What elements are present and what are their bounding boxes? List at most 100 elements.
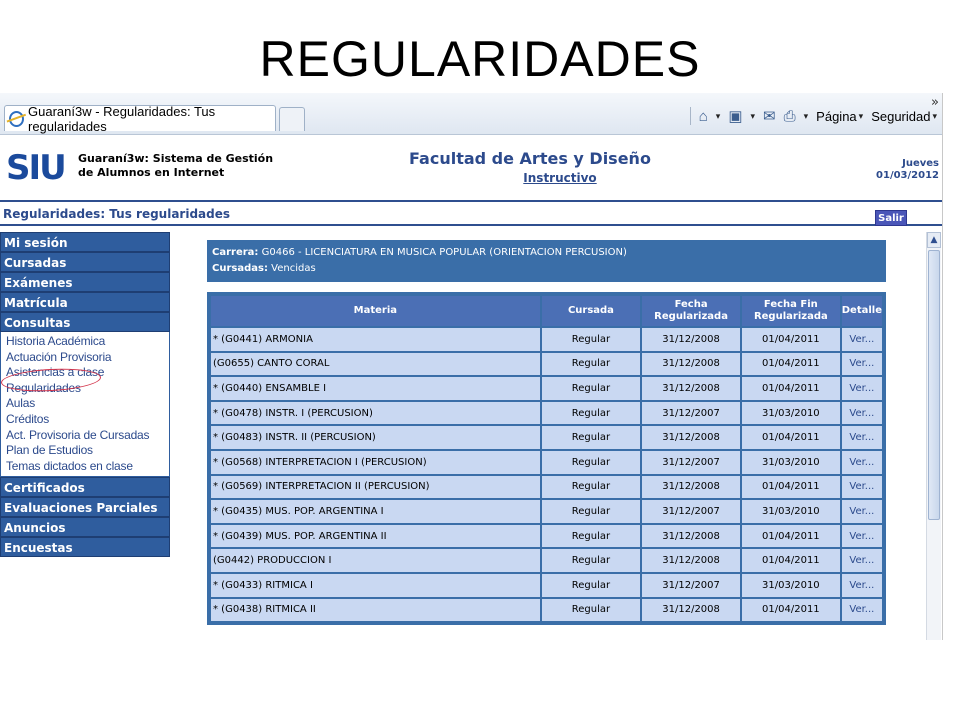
site-header: SIU Guaraní3w: Sistema de Gestión de Alu…	[0, 136, 942, 202]
cell-materia: * (G0435) MUS. POP. ARGENTINA I	[211, 500, 540, 523]
submenu-item-temas-dictados[interactable]: Temas dictados en clase	[6, 459, 169, 475]
browser-tab[interactable]: Guaraní3w - Regularidades: Tus regularid…	[4, 104, 276, 134]
cell-fecha-regularizada: 31/12/2007	[642, 573, 740, 597]
column-header-fecha: Fecha Regularizada	[642, 296, 740, 326]
sidebar-item-matricula[interactable]: Matrícula	[0, 292, 170, 312]
cursadas-line: Cursadas: Vencidas	[212, 261, 886, 277]
detalle-link[interactable]: Ver...	[841, 598, 882, 622]
toolbar-overflow-button[interactable]: »	[931, 95, 939, 110]
page-subheader: Regularidades: Tus regularidades Salir	[0, 204, 942, 226]
home-icon[interactable]: ⌂	[699, 108, 708, 125]
vertical-scrollbar[interactable]: ▲	[926, 232, 941, 640]
scroll-up-icon[interactable]: ▲	[927, 232, 941, 248]
detalle-link[interactable]: Ver...	[841, 450, 882, 474]
scrollbar-thumb[interactable]	[928, 250, 940, 520]
cell-fecha-fin: 31/03/2010	[741, 401, 840, 425]
sidebar-item-evaluaciones-parciales[interactable]: Evaluaciones Parciales	[0, 497, 170, 518]
detalle-link[interactable]: Ver...	[841, 500, 882, 523]
cell-fecha-fin: 31/03/2010	[741, 500, 840, 523]
cell-fecha-regularizada: 31/12/2008	[642, 475, 740, 499]
print-dropdown-icon[interactable]: ▾	[804, 111, 809, 122]
regularidades-table: Materia Cursada Fecha Regularizada Fecha …	[207, 292, 886, 626]
web-page: SIU Guaraní3w: Sistema de Gestión de Alu…	[0, 136, 942, 640]
cell-fecha-fin: 01/04/2011	[741, 549, 840, 572]
cell-fecha-regularizada: 31/12/2008	[642, 549, 740, 572]
cell-fecha-fin: 01/04/2011	[741, 352, 840, 376]
table-body: * (G0441) ARMONIA Regular 31/12/2008 01/04/…	[211, 328, 882, 622]
cell-materia: * (G0568) INTERPRETACION I (PERCUSION)	[211, 450, 540, 474]
detalle-link[interactable]: Ver...	[841, 328, 882, 351]
cell-fecha-regularizada: 31/12/2008	[642, 426, 740, 449]
detalle-link[interactable]: Ver...	[841, 352, 882, 376]
table-row: * (G0569) INTERPRETACION II (PERCUSION) R…	[211, 475, 882, 499]
cell-materia: * (G0483) INSTR. II (PERCUSION)	[211, 426, 540, 449]
submenu-item-creditos[interactable]: Créditos	[6, 412, 169, 428]
table-row: * (G0478) INSTR. I (PERCUSION) Regular 31/…	[211, 401, 882, 425]
home-dropdown-icon[interactable]: ▾	[716, 111, 721, 122]
cell-materia: * (G0569) INTERPRETACION II (PERCUSION)	[211, 475, 540, 499]
column-header-fecha-line1: Fecha	[674, 299, 708, 310]
cell-materia: (G0655) CANTO CORAL	[211, 352, 540, 376]
header-date: Jueves 01/03/2012	[876, 158, 939, 182]
sidebar-item-consultas[interactable]: Consultas	[0, 312, 170, 332]
carrera-line: Carrera: G0466 - LICENCIATURA EN MUSICA …	[212, 245, 886, 261]
new-tab-button[interactable]	[279, 107, 305, 131]
slide-title: REGULARIDADES	[259, 31, 701, 87]
detalle-link[interactable]: Ver...	[841, 475, 882, 499]
detalle-link[interactable]: Ver...	[841, 524, 882, 548]
cell-fecha-regularizada: 31/12/2007	[642, 450, 740, 474]
table-row: * (G0439) MUS. POP. ARGENTINA II Regular 3…	[211, 524, 882, 548]
exit-button[interactable]: Salir	[875, 210, 907, 226]
sidebar-item-examenes[interactable]: Exámenes	[0, 272, 170, 292]
cell-materia: * (G0440) ENSAMBLE I	[211, 377, 540, 400]
sidebar-menu: Mi sesión Cursadas Exámenes Matrícula Co…	[0, 232, 170, 558]
cell-fecha-regularizada: 31/12/2007	[642, 401, 740, 425]
carrera-value: G0466 - LICENCIATURA EN MUSICA POPULAR (…	[261, 247, 627, 258]
cursadas-value: Vencidas	[271, 263, 316, 274]
table-row: * (G0568) INTERPRETACION I (PERCUSION) Re…	[211, 450, 882, 474]
detalle-link[interactable]: Ver...	[841, 401, 882, 425]
column-header-detalle: Detalle	[841, 296, 882, 326]
submenu-item-plan-estudios[interactable]: Plan de Estudios	[6, 443, 169, 459]
feeds-dropdown-icon[interactable]: ▾	[751, 111, 756, 122]
submenu-item-aulas[interactable]: Aulas	[6, 396, 169, 412]
cell-materia: * (G0441) ARMONIA	[211, 328, 540, 351]
browser-toolbar: ⌂ ▾ ▣ ▾ ✉ ⎙ ▾ Página ▾ Seguridad ▾	[689, 105, 937, 127]
sidebar-item-encuestas[interactable]: Encuestas	[0, 537, 170, 558]
feeds-icon[interactable]: ▣	[728, 107, 742, 125]
sidebar-item-mi-sesion[interactable]: Mi sesión	[0, 232, 170, 252]
cell-cursada: Regular	[541, 328, 641, 351]
cell-fecha-regularizada: 31/12/2008	[642, 598, 740, 622]
faculty-title: Facultad de Artes y Diseño	[409, 149, 651, 168]
table-row: * (G0438) RITMICA II Regular 31/12/2008 01/…	[211, 598, 882, 622]
page-menu[interactable]: Página ▾	[816, 109, 863, 124]
cell-cursada: Regular	[541, 426, 641, 449]
cell-fecha-fin: 31/03/2010	[741, 450, 840, 474]
submenu-item-historia-academica[interactable]: Historia Académica	[6, 334, 169, 350]
security-menu[interactable]: Seguridad ▾	[871, 109, 937, 124]
sidebar-item-anuncios[interactable]: Anuncios	[0, 517, 170, 538]
cell-materia: * (G0439) MUS. POP. ARGENTINA II	[211, 524, 540, 548]
detalle-link[interactable]: Ver...	[841, 549, 882, 572]
submenu-item-actuacion-provisoria[interactable]: Actuación Provisoria	[6, 350, 169, 366]
cell-cursada: Regular	[541, 524, 641, 548]
mail-icon[interactable]: ✉	[763, 107, 776, 125]
chevron-down-icon: ▾	[858, 110, 864, 121]
cell-fecha-regularizada: 31/12/2008	[642, 352, 740, 376]
sidebar-item-certificados[interactable]: Certificados	[0, 477, 170, 498]
detalle-link[interactable]: Ver...	[841, 573, 882, 597]
cursadas-label: Cursadas:	[212, 263, 268, 274]
detalle-link[interactable]: Ver...	[841, 426, 882, 449]
print-icon[interactable]: ⎙	[784, 108, 796, 125]
column-header-materia: Materia	[211, 296, 540, 326]
instructivo-link[interactable]: Instructivo	[0, 171, 942, 185]
table-row: * (G0483) INSTR. II (PERCUSION) Regular 31…	[211, 426, 882, 449]
table-row: * (G0440) ENSAMBLE I Regular 31/12/2008 01/…	[211, 377, 882, 400]
column-header-fecha-line2: Regularizada	[654, 311, 728, 322]
table-header-row: Materia Cursada Fecha Regularizada Fecha …	[211, 296, 882, 326]
cell-fecha-fin: 01/04/2011	[741, 328, 840, 351]
column-header-fecha-fin: Fecha Fin Regularizada	[741, 296, 840, 326]
detalle-link[interactable]: Ver...	[841, 377, 882, 400]
sidebar-item-cursadas[interactable]: Cursadas	[0, 252, 170, 272]
submenu-item-act-provisoria-cursadas[interactable]: Act. Provisoria de Cursadas	[6, 428, 169, 444]
